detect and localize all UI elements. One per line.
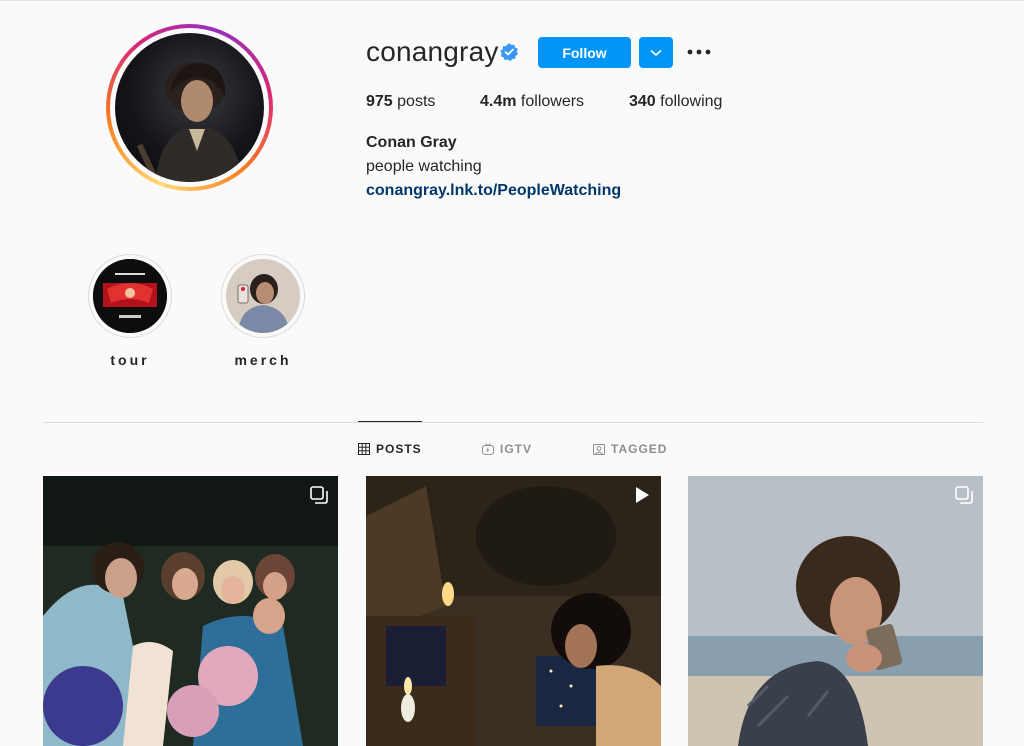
play-icon	[636, 487, 649, 503]
tab-label: TAGGED	[611, 442, 668, 456]
post-image	[366, 476, 661, 746]
tab-posts[interactable]: POSTS	[358, 442, 422, 456]
tabs-divider	[43, 422, 983, 423]
post-type-badge	[633, 486, 651, 509]
tab-label: POSTS	[376, 442, 422, 456]
post-tile[interactable]	[688, 476, 983, 746]
post-image	[43, 476, 338, 746]
more-options-button[interactable]	[686, 40, 712, 64]
top-border	[0, 0, 1024, 1]
highlight-cover-merch	[226, 259, 300, 333]
follow-button[interactable]: Follow	[538, 37, 631, 68]
grid-icon	[358, 443, 370, 455]
post-type-badge	[310, 486, 328, 509]
highlight-cover-tour	[93, 259, 167, 333]
carousel-icon	[955, 486, 973, 504]
highlight-ring	[88, 254, 172, 338]
followers-link[interactable]: 4.4m followers	[480, 93, 584, 111]
tab-label: IGTV	[500, 442, 533, 456]
highlight-label: merch	[234, 352, 292, 368]
tagged-icon	[593, 444, 605, 455]
carousel-icon	[310, 486, 328, 504]
igtv-icon	[482, 443, 494, 455]
following-link[interactable]: 340 following	[629, 93, 722, 111]
tab-tagged[interactable]: TAGGED	[593, 442, 667, 456]
highlight-label: tour	[110, 352, 150, 368]
full-name: Conan Gray	[366, 134, 457, 151]
username: conangray	[366, 36, 499, 67]
post-tile[interactable]	[43, 476, 338, 746]
post-tile[interactable]	[366, 476, 661, 746]
bio-text: people watching	[366, 158, 482, 175]
avatar-photo	[115, 33, 264, 182]
profile-avatar[interactable]	[106, 24, 273, 191]
highlight-ring	[221, 254, 305, 338]
post-type-badge	[955, 486, 973, 509]
highlight-merch[interactable]: merch	[221, 254, 305, 368]
tab-igtv[interactable]: IGTV	[482, 442, 532, 456]
bio-link[interactable]: conangray.lnk.to/PeopleWatching	[366, 182, 621, 200]
post-image	[688, 476, 983, 746]
chevron-down-icon	[650, 49, 662, 56]
highlight-tour[interactable]: tour	[88, 254, 172, 368]
active-tab-indicator	[358, 421, 422, 422]
posts-count: 975 posts	[366, 93, 436, 110]
more-dots-icon	[687, 49, 711, 55]
suggested-dropdown-button[interactable]	[639, 37, 673, 68]
verified-badge-icon	[500, 43, 518, 62]
